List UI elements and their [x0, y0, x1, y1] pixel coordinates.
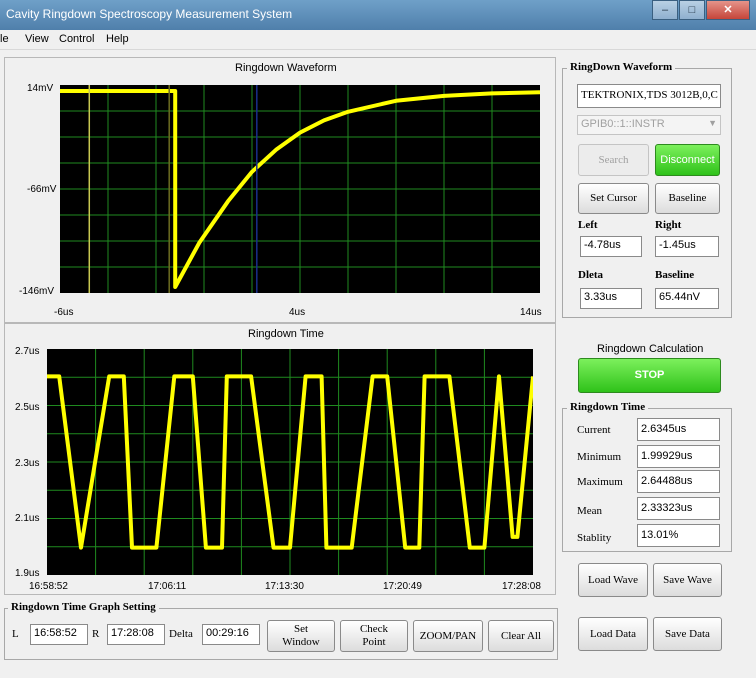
- stability-label: Stablity: [577, 532, 612, 544]
- graph-left-time-field[interactable]: 16:58:52: [30, 624, 88, 645]
- baseline-button[interactable]: Baseline: [655, 183, 720, 214]
- graph-delta-field: 00:29:16: [202, 624, 260, 645]
- mean-label: Mean: [577, 505, 603, 517]
- time-x-tick: 17:06:11: [148, 581, 187, 592]
- waveform-plot[interactable]: [60, 85, 540, 293]
- window-controls: – □ ✕: [651, 0, 750, 22]
- waveform-x-tick: -6us: [54, 307, 74, 318]
- maximum-value: 2.64488us: [637, 470, 720, 493]
- graph-setting-group-title: Ringdown Time Graph Setting: [8, 601, 159, 613]
- graph-r-label: R: [92, 628, 100, 640]
- right-label: Right: [655, 219, 682, 231]
- current-label: Current: [577, 424, 611, 436]
- graph-delta-label: Delta: [169, 628, 193, 640]
- menu-view[interactable]: View: [25, 33, 49, 45]
- waveform-y-tick: -66mV: [27, 184, 57, 195]
- search-button[interactable]: Search: [578, 144, 649, 176]
- waveform-x-tick: 14us: [520, 307, 542, 318]
- current-value: 2.6345us: [637, 418, 720, 441]
- set-cursor-button[interactable]: Set Cursor: [578, 183, 649, 214]
- minimize-icon[interactable]: –: [652, 0, 678, 20]
- waveform-y-tick: 14mV: [27, 83, 54, 94]
- menu-help[interactable]: Help: [106, 33, 129, 45]
- chevron-down-icon: ▼: [708, 118, 717, 128]
- time-x-tick: 16:58:52: [29, 581, 68, 592]
- ringdown-calculation-title: Ringdown Calculation: [597, 343, 704, 355]
- load-wave-button[interactable]: Load Wave: [578, 563, 648, 597]
- ringdown-time-plot[interactable]: [47, 349, 533, 575]
- waveform-plot-title: Ringdown Waveform: [235, 62, 337, 74]
- load-data-button[interactable]: Load Data: [578, 617, 648, 651]
- close-icon[interactable]: ✕: [706, 0, 750, 20]
- time-x-tick: 17:28:08: [502, 581, 541, 592]
- ringdown-waveform-group-title: RingDown Waveform: [567, 61, 676, 73]
- ringdown-time-plot-title: Ringdown Time: [248, 328, 324, 340]
- time-y-tick: 2.3us: [15, 458, 40, 469]
- time-x-tick: 17:13:30: [265, 581, 304, 592]
- baseline-label: Baseline: [655, 269, 695, 281]
- maximize-icon[interactable]: □: [679, 0, 705, 20]
- right-cursor-field[interactable]: -1.45us: [655, 236, 719, 257]
- minimum-label: Minimum: [577, 451, 622, 463]
- left-cursor-field[interactable]: -4.78us: [580, 236, 642, 257]
- time-y-tick: 2.7us: [15, 346, 40, 357]
- title-bar: Cavity Ringdown Spectroscopy Measurement…: [0, 0, 756, 30]
- stop-button[interactable]: STOP: [578, 358, 721, 393]
- graph-l-label: L: [12, 628, 19, 640]
- ringdown-time-plot-panel: Ringdown Time 2.7us 2.5us 2.3us 2.1us 1.…: [4, 323, 556, 595]
- save-wave-button[interactable]: Save Wave: [653, 563, 722, 597]
- left-label: Left: [578, 219, 598, 231]
- ringdown-time-group-title: Ringdown Time: [567, 401, 649, 413]
- graph-right-time-field[interactable]: 17:28:08: [107, 624, 165, 645]
- window-title: Cavity Ringdown Spectroscopy Measurement…: [6, 7, 293, 21]
- time-y-tick: 2.1us: [15, 513, 40, 524]
- delta-field: 3.33us: [580, 288, 642, 309]
- waveform-plot-panel: Ringdown Waveform 14mV -66mV -146mV -6us…: [4, 57, 556, 323]
- waveform-x-tick: 4us: [289, 307, 306, 318]
- resource-select[interactable]: GPIB0::1::INSTR ▼: [577, 115, 721, 135]
- maximum-label: Maximum: [577, 476, 623, 488]
- instrument-id-field: TEKTRONIX,TDS 3012B,0,C: [577, 84, 721, 108]
- resource-select-value: GPIB0::1::INSTR: [581, 118, 665, 130]
- mean-value: 2.33323us: [637, 497, 720, 520]
- set-window-button[interactable]: Set Window: [267, 620, 335, 652]
- time-y-tick: 2.5us: [15, 402, 40, 413]
- disconnect-button[interactable]: Disconnect: [655, 144, 720, 176]
- menu-file[interactable]: le: [0, 33, 9, 45]
- delta-label: Dleta: [578, 269, 604, 281]
- save-data-button[interactable]: Save Data: [653, 617, 722, 651]
- clear-all-button[interactable]: Clear All: [488, 620, 554, 652]
- baseline-field: 65.44nV: [655, 288, 719, 309]
- waveform-y-tick: -146mV: [19, 286, 55, 297]
- check-point-button[interactable]: Check Point: [340, 620, 408, 652]
- menu-bar: le View Control Help: [0, 30, 756, 50]
- time-y-tick: 1.9us: [15, 568, 40, 579]
- minimum-value: 1.99929us: [637, 445, 720, 468]
- time-x-tick: 17:20:49: [383, 581, 422, 592]
- menu-control[interactable]: Control: [59, 33, 94, 45]
- stability-value: 13.01%: [637, 524, 720, 547]
- zoom-pan-button[interactable]: ZOOM/PAN: [413, 620, 483, 652]
